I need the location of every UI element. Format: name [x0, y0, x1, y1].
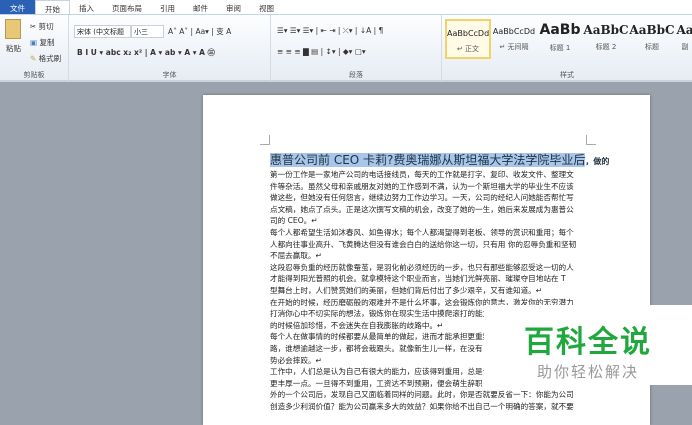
- watermark-title: 百科全说: [524, 325, 652, 360]
- style-no-spacing[interactable]: AaBbCcDd ↵ 无间隔: [491, 19, 537, 59]
- paste-icon[interactable]: [5, 19, 21, 39]
- style-heading-2[interactable]: AaBbC 标题 2: [583, 19, 629, 59]
- tab-home[interactable]: 开始: [35, 0, 70, 14]
- margin-corner-mark: [586, 135, 596, 145]
- text-line: 这段忍辱负重的经历就像蚕茧，是羽化前必须经历的一步，也只有那些能够忍受这一切的人: [270, 262, 574, 272]
- watermark-subtitle: 助你轻松解决: [536, 363, 639, 381]
- clipboard-label: 剪贴板: [23, 71, 45, 79]
- style-subtitle[interactable]: Aa 副: [675, 19, 692, 59]
- clipboard-group: 粘贴 ✂ 剪切 ▣ 复制 ✎ 格式刷 剪贴板: [0, 15, 69, 82]
- alignment-row[interactable]: ≡ ≡ ≡ ▇ ▤ | ↕▾ | ◆▾ ▢▾: [277, 47, 366, 56]
- scissors-icon: ✂: [30, 22, 39, 31]
- paragraph-group: ☰▾ ☰▾ ☰▾ | ⇤ ⇥ | ⤫▾ | ↓A | ¶ ≡ ≡ ≡ ▇ ▤ |…: [271, 15, 442, 82]
- tab-view[interactable]: 视图: [250, 0, 283, 14]
- style-normal[interactable]: AaBbCcDd ↵ 正文: [445, 19, 491, 59]
- selected-text: 惠普公司前 CEO 卡莉?费奥瑞娜从斯坦福大学法学院毕业后: [270, 153, 586, 167]
- title-rest-text: ，做的: [585, 157, 610, 166]
- text-line: 司的 CEO。↵: [270, 216, 318, 226]
- document-title-line: 惠普公司前 CEO 卡莉?费奥瑞娜从斯坦福大学法学院毕业后，做的: [270, 151, 640, 169]
- watermark: 百科全说 助你轻松解决: [484, 305, 692, 385]
- margin-corner-mark: [260, 135, 270, 145]
- tab-page-layout[interactable]: 页面布局: [103, 0, 151, 14]
- text-line: 人都向往事业高升、飞黄腾达但没有谁会白白的送给你这一切，只有用 你的忍辱负重和坚…: [270, 239, 577, 249]
- text-line: 每个人都希望生活如沐春风、如鱼得水；每个人都渴望得到老板、领导的赏识和重用；每个: [270, 227, 574, 237]
- tab-review[interactable]: 审阅: [217, 0, 250, 14]
- style-title[interactable]: AaBbC 标题: [629, 19, 675, 59]
- font-format-row[interactable]: B I U ▾ abc x₂ x² | A ▾ ab ▾ A ▾ A ㊂: [77, 47, 215, 58]
- brush-icon: ✎: [30, 54, 39, 63]
- paragraph-label: 段落: [349, 71, 363, 79]
- font-label: 字体: [162, 71, 177, 79]
- font-size-select[interactable]: 小三: [131, 25, 164, 38]
- copy-button[interactable]: ▣ 复制: [30, 37, 54, 48]
- font-tools-row1[interactable]: A˄ A˅ | Aa▾ | 变 A: [168, 26, 231, 37]
- font-name-select[interactable]: 宋体 (中文标题: [74, 25, 131, 38]
- tab-file[interactable]: 文件: [0, 0, 35, 14]
- tab-mailings[interactable]: 邮件: [184, 0, 217, 14]
- tab-insert[interactable]: 插入: [70, 0, 103, 14]
- list-tools-row[interactable]: ☰▾ ☰▾ ☰▾ | ⇤ ⇥ | ⤫▾ | ↓A | ¶: [277, 26, 383, 36]
- text-line: 做这些，但她没有任何怨言，继续边努力工作边学习。一天，公司的经纪人问她能否帮忙写: [270, 193, 574, 203]
- styles-group: AaBbCcDd ↵ 正文 AaBbCcDd ↵ 无间隔 AaBb 标题 1 AaBb…: [442, 15, 692, 82]
- paste-button[interactable]: 粘贴: [6, 43, 21, 54]
- ribbon-tabs: 文件 开始 插入 页面布局 引用 邮件 审阅 视图: [0, 0, 692, 15]
- styles-label: 样式: [560, 71, 574, 79]
- style-heading-1[interactable]: AaBb 标题 1: [537, 19, 583, 59]
- text-line: 第一份工作是一家地产公司的电话接线员，每天的工作就是打字、复印、收发文件、整理文: [270, 170, 574, 179]
- text-line: 创造多少利润价值？能为公司赢来多大的效益？如果你给不出自己一个明确的答案，就不要: [270, 401, 574, 411]
- text-line: 不屈去赢取。↵: [270, 251, 322, 261]
- text-line: 点文稿，她点了点头。正是这次撰写文稿的机会，改变了她的一生，她后来发展成为惠普公: [270, 204, 574, 214]
- cut-button[interactable]: ✂ 剪切: [30, 21, 54, 32]
- text-line: 型舞台上时，人们赞赏她们的美丽，但她们背后付出了多少艰辛，又有谁知道。↵: [270, 285, 543, 295]
- text-line: 外的一个公司后，发现自己又面临着同样的问题。此时，你是否就要反省一下：你能为公司: [270, 390, 574, 400]
- text-line: 件等杂活。虽然父母和亲戚朋友对她的工作感到不满，认为一个斯坦福大学的毕业生不应该: [270, 181, 574, 191]
- font-group: 宋体 (中文标题 小三 A˄ A˅ | Aa▾ | 变 A B I U ▾ ab…: [69, 15, 271, 82]
- tab-references[interactable]: 引用: [151, 0, 184, 14]
- ribbon: 粘贴 ✂ 剪切 ▣ 复制 ✎ 格式刷 剪贴板 宋体 (中文标题 小三 A˄ A˅…: [0, 15, 692, 82]
- text-line: 才能得到阳光普照的机会。就拿模特这个职业而言，当她们光鲜亮丽、璀璨夺目地站在 T: [270, 274, 566, 284]
- format-painter-button[interactable]: ✎ 格式刷: [30, 53, 61, 64]
